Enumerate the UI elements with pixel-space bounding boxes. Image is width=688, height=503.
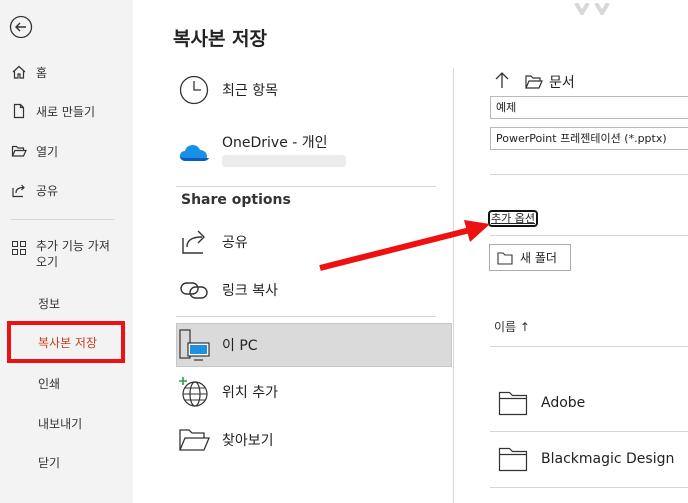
annotation-arrow: [319, 220, 490, 271]
